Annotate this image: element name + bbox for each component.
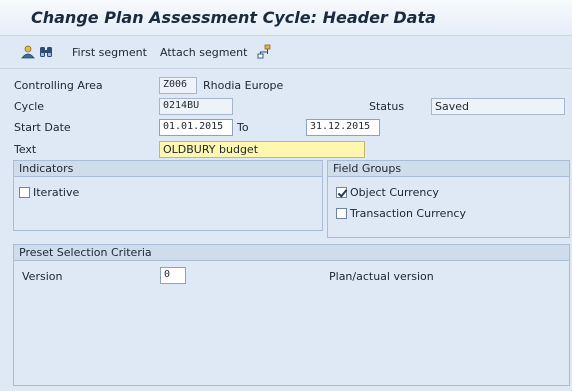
object-currency-row[interactable]: Object Currency — [336, 186, 439, 199]
person-icon — [20, 44, 36, 60]
preset-selection-title: Preset Selection Criteria — [14, 245, 569, 261]
title-bar: Change Plan Assessment Cycle: Header Dat… — [0, 0, 572, 36]
person-button[interactable] — [20, 44, 36, 60]
text-field[interactable]: OLDBURY budget — [159, 141, 365, 158]
binoculars-icon — [38, 44, 54, 60]
controlling-area-field[interactable]: Z006 — [159, 77, 197, 94]
version-description: Plan/actual version — [329, 270, 434, 283]
end-date-field[interactable]: 31.12.2015 — [306, 119, 380, 136]
cycle-label: Cycle — [14, 100, 45, 113]
first-segment-button[interactable]: First segment — [72, 44, 147, 60]
hierarchy-button[interactable] — [256, 44, 272, 60]
iterative-label: Iterative — [33, 186, 80, 199]
status-field: Saved — [431, 98, 565, 115]
attach-segment-button[interactable]: Attach segment — [160, 44, 247, 60]
start-date-field[interactable]: 01.01.2015 — [159, 119, 233, 136]
application-toolbar: First segment Attach segment — [0, 36, 572, 68]
to-label: To — [237, 121, 249, 134]
iterative-checkbox[interactable] — [19, 187, 30, 198]
cycle-field[interactable]: 0214BU — [159, 98, 233, 115]
page-title: Change Plan Assessment Cycle: Header Dat… — [31, 8, 436, 27]
field-groups-group: Field Groups Object Currency Transaction… — [327, 160, 570, 238]
iterative-checkbox-row[interactable]: Iterative — [19, 186, 79, 199]
indicators-group-title: Indicators — [14, 161, 322, 177]
transaction-currency-label: Transaction Currency — [350, 207, 466, 220]
transaction-currency-checkbox[interactable] — [336, 208, 347, 219]
version-label: Version — [22, 270, 63, 283]
start-date-label: Start Date — [14, 121, 71, 134]
find-button[interactable] — [38, 44, 54, 60]
object-currency-label: Object Currency — [350, 186, 439, 199]
text-label: Text — [14, 143, 37, 156]
preset-selection-group: Preset Selection Criteria Version 0 Plan… — [13, 244, 570, 386]
field-groups-group-title: Field Groups — [328, 161, 569, 177]
controlling-area-description: Rhodia Europe — [203, 79, 284, 92]
status-label: Status — [369, 100, 405, 113]
toolbar-separator — [0, 68, 572, 69]
object-currency-checkbox[interactable] — [336, 187, 347, 198]
version-field[interactable]: 0 — [160, 267, 186, 284]
controlling-area-label: Controlling Area — [14, 79, 103, 92]
hierarchy-icon — [256, 44, 272, 60]
transaction-currency-row[interactable]: Transaction Currency — [336, 207, 466, 220]
indicators-group: Indicators Iterative — [13, 160, 323, 231]
